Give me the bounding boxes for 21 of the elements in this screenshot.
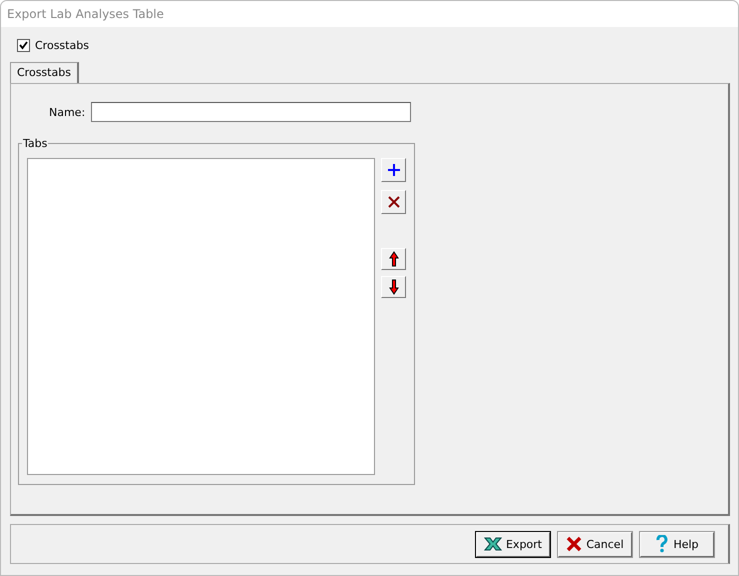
name-field[interactable] [91, 102, 412, 122]
window-title: Export Lab Analyses Table [1, 1, 738, 27]
up-arrow-icon [388, 251, 398, 267]
tab[interactable]: Crosstabs [10, 62, 79, 83]
add-button[interactable] [381, 158, 406, 182]
cancel-button[interactable]: Cancel [558, 532, 632, 556]
help-icon [655, 535, 670, 553]
name-label: Name: [49, 106, 86, 118]
checkbox-label: Crosstabs [35, 38, 89, 52]
cancel-icon [566, 536, 582, 552]
move-up-button[interactable] [381, 248, 406, 270]
move-down-button[interactable] [381, 276, 406, 298]
delete-icon [386, 195, 400, 209]
group-title: Tabs [22, 137, 48, 150]
export-button[interactable]: Export [476, 532, 550, 556]
help-button[interactable]: Help [640, 532, 714, 556]
plus-icon [386, 163, 400, 177]
check-icon [19, 40, 28, 50]
checkbox[interactable] [17, 38, 30, 52]
delete-button[interactable] [381, 190, 406, 214]
down-arrow-icon [388, 279, 398, 295]
